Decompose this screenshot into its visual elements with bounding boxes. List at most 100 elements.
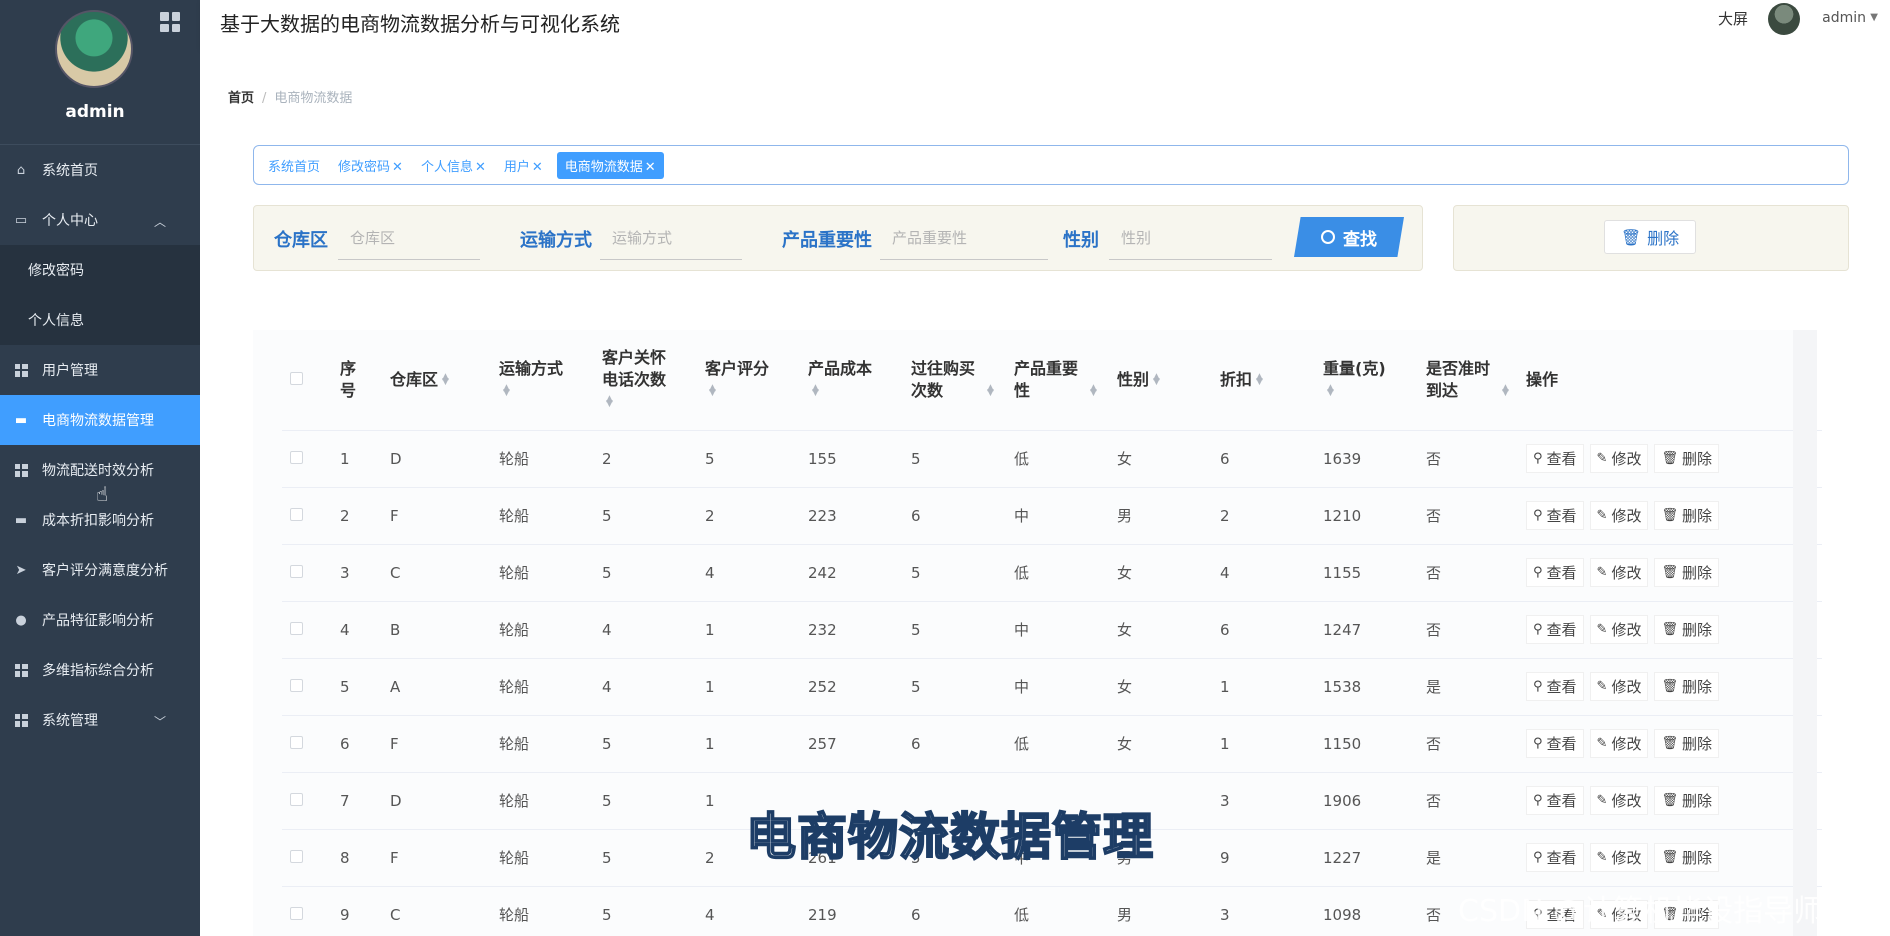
row-checkbox[interactable] xyxy=(290,450,303,464)
tab-logistics-data[interactable]: 电商物流数据 ✕ xyxy=(556,151,664,179)
sidebar-item-change-password[interactable]: 修改密码 xyxy=(0,245,200,295)
gender-input[interactable] xyxy=(1109,216,1272,260)
row-actions: ⚲ 查看 ✎ 修改 🗑 删除 xyxy=(1518,544,1822,602)
sort-icon[interactable]: ▲ ▼ xyxy=(442,373,449,387)
close-icon[interactable]: ✕ xyxy=(392,160,403,175)
sidebar-item-product-features[interactable]: ● 产品特征影响分析 xyxy=(0,595,200,645)
product-importance-input[interactable] xyxy=(880,216,1048,260)
edit-button[interactable]: ✎ 修改 xyxy=(1589,615,1649,644)
table-cell: 1 xyxy=(697,658,800,716)
sidebar-item-rating-analysis[interactable]: ➤ 客户评分满意度分析 xyxy=(0,545,200,595)
table-cell: 低 xyxy=(1006,886,1109,936)
row-checkbox[interactable] xyxy=(290,735,303,749)
sidebar-item-logistics-data[interactable]: ▬ 电商物流数据管理 xyxy=(0,395,200,445)
sidebar-item-personal-info[interactable]: 个人信息 xyxy=(0,295,200,345)
shipping-mode-input[interactable] xyxy=(600,216,742,260)
view-button[interactable]: ⚲ 查看 xyxy=(1526,615,1584,644)
table-row[interactable]: 3 C 轮船 5 4 242 5 低女 4 1155 否 ⚲ 查看 ✎ 修改 🗑 删除 xyxy=(282,544,1822,602)
view-button[interactable]: ⚲ 查看 xyxy=(1526,672,1584,701)
sidebar-item-user-management[interactable]: 用户管理 xyxy=(0,345,200,395)
table-row[interactable]: 5 A 轮船 4 1 252 5 中女 1 1538 是 ⚲ 查看 ✎ 修改 🗑 删除 xyxy=(282,658,1822,716)
row-checkbox[interactable] xyxy=(290,564,303,578)
breadcrumb-home[interactable]: 首页 xyxy=(228,91,254,106)
sort-icon[interactable]: ▲ ▼ xyxy=(1090,383,1097,397)
view-button[interactable]: ⚲ 查看 xyxy=(1526,501,1584,530)
close-icon[interactable]: ✕ xyxy=(645,160,656,175)
grid-menu-icon[interactable] xyxy=(160,12,180,32)
sort-icon[interactable]: ▲ ▼ xyxy=(987,383,994,397)
sort-icon[interactable]: ▲ ▼ xyxy=(1256,373,1263,387)
sidebar-item-multi-metric[interactable]: 多维指标综合分析 xyxy=(0,645,200,695)
delete-button[interactable]: 🗑 删除 xyxy=(1654,558,1719,587)
delete-button[interactable]: 🗑 删除 xyxy=(1654,615,1719,644)
sort-icon[interactable]: ▲ ▼ xyxy=(1502,383,1509,397)
tab-change-password[interactable]: 修改密码 ✕ xyxy=(334,153,411,178)
table-row[interactable]: 1 D 轮船 2 5 155 5 低女 6 1639 否 ⚲ 查看 ✎ 修改 🗑 删除 xyxy=(282,430,1822,488)
tab-label: 用户 xyxy=(503,159,530,175)
delete-button[interactable]: 🗑 删除 xyxy=(1654,786,1719,815)
batch-delete-button[interactable]: 🗑 删除 xyxy=(1604,220,1696,254)
sort-icon[interactable]: ▲ ▼ xyxy=(503,383,510,397)
delete-button[interactable]: 🗑 删除 xyxy=(1654,444,1719,473)
row-checkbox[interactable] xyxy=(290,507,303,521)
table-cell: 女 xyxy=(1109,658,1212,716)
table-cell: 4 xyxy=(697,544,800,602)
select-all-checkbox[interactable] xyxy=(290,371,303,385)
edit-button[interactable]: ✎ 修改 xyxy=(1589,558,1649,587)
sidebar-item-home[interactable]: ⌂ 系统首页 xyxy=(0,145,200,195)
tab-home[interactable]: 系统首页 xyxy=(264,153,328,178)
tab-label: 电商物流数据 xyxy=(564,159,643,175)
find-button[interactable]: 查找 xyxy=(1294,217,1404,257)
sort-icon[interactable]: ▲ ▼ xyxy=(1153,373,1160,387)
view-button[interactable]: ⚲ 查看 xyxy=(1526,729,1584,758)
table-cell: 否 xyxy=(1418,772,1518,830)
table-cell: 1 xyxy=(1212,658,1315,716)
sort-icon[interactable]: ▲ ▼ xyxy=(606,394,613,408)
delete-button-label: 删除 xyxy=(1681,507,1712,525)
view-button[interactable]: ⚲ 查看 xyxy=(1526,786,1584,815)
sort-icon[interactable]: ▲ ▼ xyxy=(709,383,716,397)
sidebar-item-label: 用户管理 xyxy=(42,363,98,379)
close-icon[interactable]: ✕ xyxy=(532,160,543,175)
row-checkbox[interactable] xyxy=(290,678,303,692)
edit-button[interactable]: ✎ 修改 xyxy=(1589,729,1649,758)
delete-button[interactable]: 🗑 删除 xyxy=(1654,501,1719,530)
table-row[interactable]: 6 F 轮船 5 1 257 6 低女 1 1150 否 ⚲ 查看 ✎ 修改 🗑 删除 xyxy=(282,715,1822,773)
table-cell: 232 xyxy=(800,601,903,659)
delete-button[interactable]: 🗑 删除 xyxy=(1654,843,1719,872)
tab-personal-info[interactable]: 个人信息 ✕ xyxy=(417,153,494,178)
vertical-scrollbar[interactable] xyxy=(1793,330,1817,936)
view-button[interactable]: ⚲ 查看 xyxy=(1526,444,1584,473)
user-menu[interactable]: admin xyxy=(1822,10,1866,26)
avatar[interactable] xyxy=(55,10,133,88)
bigscreen-link[interactable]: 大屏 xyxy=(1718,8,1748,29)
sidebar-item-personal-center[interactable]: ▭ 个人中心 ︿ xyxy=(0,195,200,245)
sort-icon[interactable]: ▲ ▼ xyxy=(1327,383,1334,397)
warehouse-input[interactable] xyxy=(338,216,480,260)
edit-button[interactable]: ✎ 修改 xyxy=(1589,786,1649,815)
row-checkbox[interactable] xyxy=(290,792,303,806)
avatar[interactable] xyxy=(1768,3,1800,35)
row-checkbox[interactable] xyxy=(290,906,303,920)
table-row[interactable]: 2 F 轮船 5 2 223 6 中男 2 1210 否 ⚲ 查看 ✎ 修改 🗑 删除 xyxy=(282,487,1822,545)
row-checkbox[interactable] xyxy=(290,849,303,863)
sidebar-item-system-management[interactable]: 系统管理 ﹀ xyxy=(0,695,200,745)
edit-button-label: 修改 xyxy=(1611,564,1642,582)
col-index-label: 序号 xyxy=(340,359,357,400)
edit-button[interactable]: ✎ 修改 xyxy=(1589,444,1649,473)
caret-down-icon[interactable]: ▼ xyxy=(1870,12,1878,23)
view-button[interactable]: ⚲ 查看 xyxy=(1526,843,1584,872)
delete-button[interactable]: 🗑 删除 xyxy=(1654,729,1719,758)
table-row[interactable]: 4 B 轮船 4 1 232 5 中女 6 1247 否 ⚲ 查看 ✎ 修改 🗑 删除 xyxy=(282,601,1822,659)
close-icon[interactable]: ✕ xyxy=(475,160,486,175)
view-button[interactable]: ⚲ 查看 xyxy=(1526,558,1584,587)
tab-user[interactable]: 用户 ✕ xyxy=(500,153,551,178)
edit-button[interactable]: ✎ 修改 xyxy=(1589,501,1649,530)
sort-icon[interactable]: ▲ ▼ xyxy=(812,383,819,397)
select-all-cell xyxy=(282,330,332,431)
col-header[interactable]: 仓库区 ▲ ▼ xyxy=(382,330,491,431)
delete-button[interactable]: 🗑 删除 xyxy=(1654,672,1719,701)
edit-button[interactable]: ✎ 修改 xyxy=(1589,843,1649,872)
edit-button[interactable]: ✎ 修改 xyxy=(1589,672,1649,701)
row-checkbox[interactable] xyxy=(290,621,303,635)
